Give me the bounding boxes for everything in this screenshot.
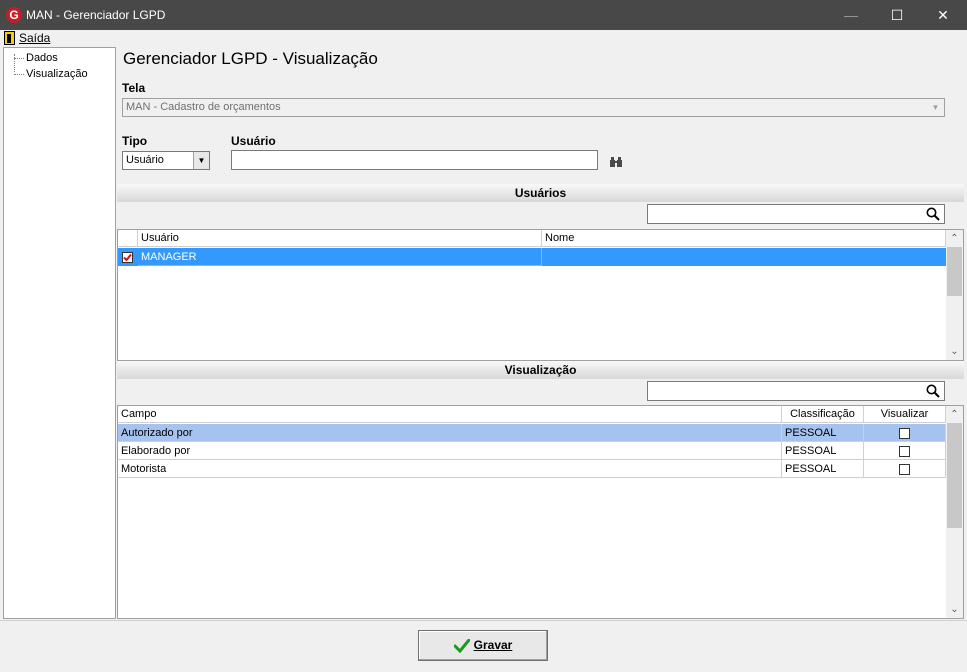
search-icon[interactable] [926, 207, 940, 221]
cell-classificacao: PESSOAL [782, 424, 864, 442]
row-checkbox[interactable] [122, 251, 133, 263]
tree-connector [14, 58, 24, 59]
chevron-down-icon[interactable]: ▼ [193, 152, 209, 169]
column-header-campo[interactable]: Campo [118, 406, 782, 423]
view-grid: Campo Classificação Visualizar Autorizad… [117, 405, 964, 619]
column-header-select[interactable] [118, 230, 138, 247]
table-row[interactable]: Elaborado por PESSOAL [118, 442, 946, 460]
view-search-input[interactable] [647, 381, 945, 401]
user-label: Usuário [231, 134, 276, 148]
tree-connector [14, 54, 15, 72]
close-button[interactable]: ✕ [920, 0, 966, 30]
column-header-classificacao[interactable]: Classificação [782, 406, 864, 423]
column-header-visualizar[interactable]: Visualizar [864, 406, 946, 423]
cell-classificacao: PESSOAL [782, 442, 864, 460]
users-grid-header: Usuário Nome [118, 230, 946, 247]
title-bar: G MAN - Gerenciador LGPD — ☐ ✕ [0, 0, 967, 30]
scrollbar-thumb[interactable] [947, 247, 962, 296]
screen-select[interactable]: MAN - Cadastro de orçamentos ▼ [122, 98, 945, 117]
window-title: MAN - Gerenciador LGPD [26, 8, 166, 22]
column-header-nome[interactable]: Nome [542, 230, 946, 247]
users-search-input[interactable] [647, 204, 945, 224]
app-logo-icon: G [6, 7, 22, 23]
scroll-down-icon[interactable]: ⌄ [946, 343, 963, 360]
save-button-label: Gravar [473, 638, 513, 652]
tree-item-dados[interactable]: Dados [26, 52, 58, 64]
scroll-up-icon[interactable]: ⌃ [946, 406, 963, 423]
users-scrollbar[interactable]: ⌃ ⌄ [946, 230, 963, 360]
cell-visualizar [864, 460, 946, 478]
screen-label: Tela [122, 81, 146, 95]
visualizar-checkbox[interactable] [899, 445, 910, 457]
view-grid-header: Campo Classificação Visualizar [118, 406, 946, 423]
users-section-header: Usuários [117, 184, 964, 202]
screen-select-value: MAN - Cadastro de orçamentos [126, 101, 281, 113]
checkmark-icon [453, 638, 470, 653]
type-select[interactable]: Usuário ▼ [122, 151, 210, 170]
search-icon[interactable] [926, 384, 940, 398]
scroll-down-icon[interactable]: ⌄ [946, 601, 963, 618]
cell-campo: Autorizado por [118, 424, 782, 442]
navigation-tree: Dados Visualização [3, 47, 116, 619]
view-section-header: Visualização [117, 361, 964, 379]
table-row[interactable]: MANAGER [118, 248, 946, 266]
chevron-down-icon[interactable]: ▼ [927, 99, 944, 116]
cell-nome [542, 248, 946, 266]
user-input[interactable] [231, 150, 598, 170]
exit-door-icon[interactable] [4, 31, 15, 45]
column-header-usuario[interactable]: Usuário [138, 230, 542, 247]
checkmark-icon [123, 253, 132, 262]
menu-bar: Saída [0, 30, 967, 47]
row-checkbox-cell[interactable] [118, 248, 138, 266]
page-title: Gerenciador LGPD - Visualização [123, 49, 378, 68]
cell-campo: Motorista [118, 460, 782, 478]
save-button[interactable]: Gravar [418, 630, 548, 661]
cell-campo: Elaborado por [118, 442, 782, 460]
tree-connector [14, 74, 24, 75]
view-scrollbar[interactable]: ⌃ ⌄ [946, 406, 963, 618]
table-row[interactable]: Motorista PESSOAL [118, 460, 946, 478]
visualizar-checkbox[interactable] [899, 427, 910, 439]
menu-exit-label: Saída [19, 31, 51, 45]
type-select-value: Usuário [126, 154, 164, 166]
type-label: Tipo [122, 134, 148, 148]
cell-visualizar [864, 442, 946, 460]
visualizar-checkbox[interactable] [899, 463, 910, 475]
users-grid: Usuário Nome MANAGER ⌃ ⌄ [117, 229, 964, 361]
menu-exit[interactable]: Saída [19, 31, 50, 45]
table-row[interactable]: Autorizado por PESSOAL [118, 424, 946, 442]
cell-classificacao: PESSOAL [782, 460, 864, 478]
binoculars-icon[interactable] [610, 157, 622, 167]
scrollbar-thumb[interactable] [947, 423, 962, 528]
maximize-button[interactable]: ☐ [874, 0, 920, 30]
cell-usuario: MANAGER [138, 248, 542, 266]
scroll-up-icon[interactable]: ⌃ [946, 230, 963, 247]
minimize-button[interactable]: — [828, 0, 874, 30]
tree-item-visualizacao[interactable]: Visualização [26, 68, 88, 80]
cell-visualizar [864, 424, 946, 442]
